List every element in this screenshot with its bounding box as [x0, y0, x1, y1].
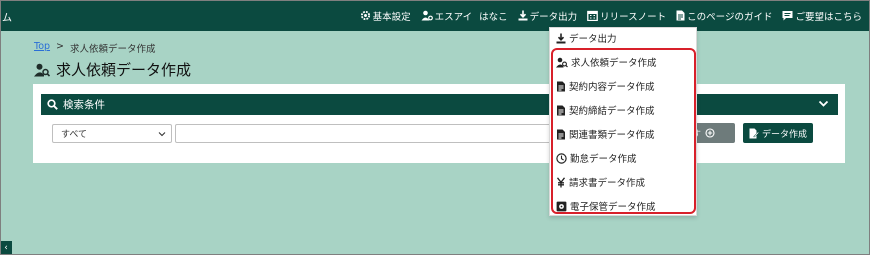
menu-item-job-request[interactable]: 求人依頼データ作成: [556, 55, 657, 69]
search-card: 検索条件 すべて す データ作成: [33, 84, 845, 163]
nav-company-label: エスアイ: [434, 11, 473, 23]
app-logo[interactable]: ム: [2, 9, 12, 24]
chevron-left-icon: ‹: [4, 243, 8, 253]
create-data-label: データ作成: [761, 129, 807, 140]
nav-user-name: はなこ: [479, 11, 508, 23]
search-icon: [47, 99, 58, 110]
search-conditions-header[interactable]: 検索条件: [41, 94, 838, 115]
breadcrumb: Top > 求人依頼データ作成: [34, 41, 156, 55]
sidebar-toggle-button[interactable]: ‹: [0, 241, 12, 255]
top-bar: ム 基本設定 エスアイ はなこ データ出力 リリースノート このページのガイド …: [0, 0, 870, 31]
user-gear-icon: [421, 10, 433, 21]
menu-item-invoice[interactable]: 請求書データ作成: [556, 175, 645, 189]
comment-icon: [782, 11, 793, 21]
data-output-dropdown: データ出力 求人依頼データ作成 契約内容データ作成 契約締結データ作成 関連書類…: [549, 27, 697, 216]
search-input[interactable]: [175, 124, 570, 143]
nav-release-notes-label: リリースノート: [600, 11, 667, 23]
document-icon: [676, 10, 685, 21]
category-select-value: すべて: [61, 130, 88, 140]
user-search-icon: [34, 63, 50, 77]
menu-item-label: 勤怠データ作成: [570, 154, 637, 165]
menu-item-contract-content[interactable]: 契約内容データ作成: [556, 79, 655, 93]
page-title-text: 求人依頼データ作成: [56, 61, 192, 79]
document-icon: [557, 129, 565, 139]
nav-data-output[interactable]: データ出力: [518, 9, 578, 23]
menu-item-label: 契約締結データ作成: [569, 106, 655, 117]
dropdown-title: データ出力: [569, 34, 617, 45]
category-select[interactable]: すべて: [52, 124, 172, 143]
calendar-icon: [587, 10, 598, 21]
clock-icon: [556, 152, 567, 164]
document-icon: [557, 81, 565, 91]
menu-item-label: 求人依頼データ作成: [571, 58, 657, 69]
nav-release-notes[interactable]: リリースノート: [587, 9, 666, 23]
nav-guide[interactable]: このページのガイド: [676, 9, 772, 23]
breadcrumb-home-link[interactable]: Top: [34, 41, 50, 55]
user-search-icon: [556, 57, 568, 67]
menu-item-label: 請求書データ作成: [569, 178, 646, 189]
menu-item-related-documents[interactable]: 関連書類データ作成: [556, 127, 655, 141]
plus-circle-icon: [705, 128, 715, 138]
nav-request-label: ご要望はこちら: [795, 11, 862, 23]
safe-icon: [556, 201, 567, 211]
gear-icon: [360, 10, 370, 21]
nav-request[interactable]: ご要望はこちら: [782, 9, 862, 23]
menu-item-label: 関連書類データ作成: [569, 130, 655, 141]
nav-settings-label: 基本設定: [372, 11, 411, 23]
breadcrumb-separator: >: [56, 41, 64, 52]
nav-settings[interactable]: 基本設定: [360, 9, 411, 23]
highlighted-menu-list: 求人依頼データ作成 契約内容データ作成 契約締結データ作成 関連書類データ作成 …: [551, 48, 696, 214]
dropdown-data-output[interactable]: データ出力: [556, 31, 617, 45]
nav-guide-label: このページのガイド: [687, 11, 773, 23]
menu-item-electronic-storage[interactable]: 電子保管データ作成: [556, 199, 656, 213]
breadcrumb-current: 求人依頼データ作成: [70, 44, 156, 55]
download-icon: [556, 33, 566, 43]
menu-item-label: 契約内容データ作成: [569, 82, 655, 93]
create-data-button[interactable]: データ作成: [743, 123, 813, 143]
chevron-down-icon: [158, 132, 166, 137]
page-title: 求人依頼データ作成: [34, 59, 191, 80]
download-icon: [518, 10, 528, 21]
document-icon: [557, 105, 565, 115]
chevron-down-icon[interactable]: [818, 98, 829, 109]
search-conditions-label: 検索条件: [63, 99, 105, 111]
nav-data-output-label: データ出力: [529, 11, 578, 23]
menu-item-attendance[interactable]: 勤怠データ作成: [556, 151, 637, 165]
menu-item-label: 電子保管データ作成: [570, 202, 656, 213]
menu-item-contract-signing[interactable]: 契約締結データ作成: [556, 103, 655, 117]
yen-icon: [556, 176, 566, 187]
file-edit-icon: [749, 128, 759, 138]
nav-user[interactable]: エスアイ はなこ: [421, 9, 508, 23]
